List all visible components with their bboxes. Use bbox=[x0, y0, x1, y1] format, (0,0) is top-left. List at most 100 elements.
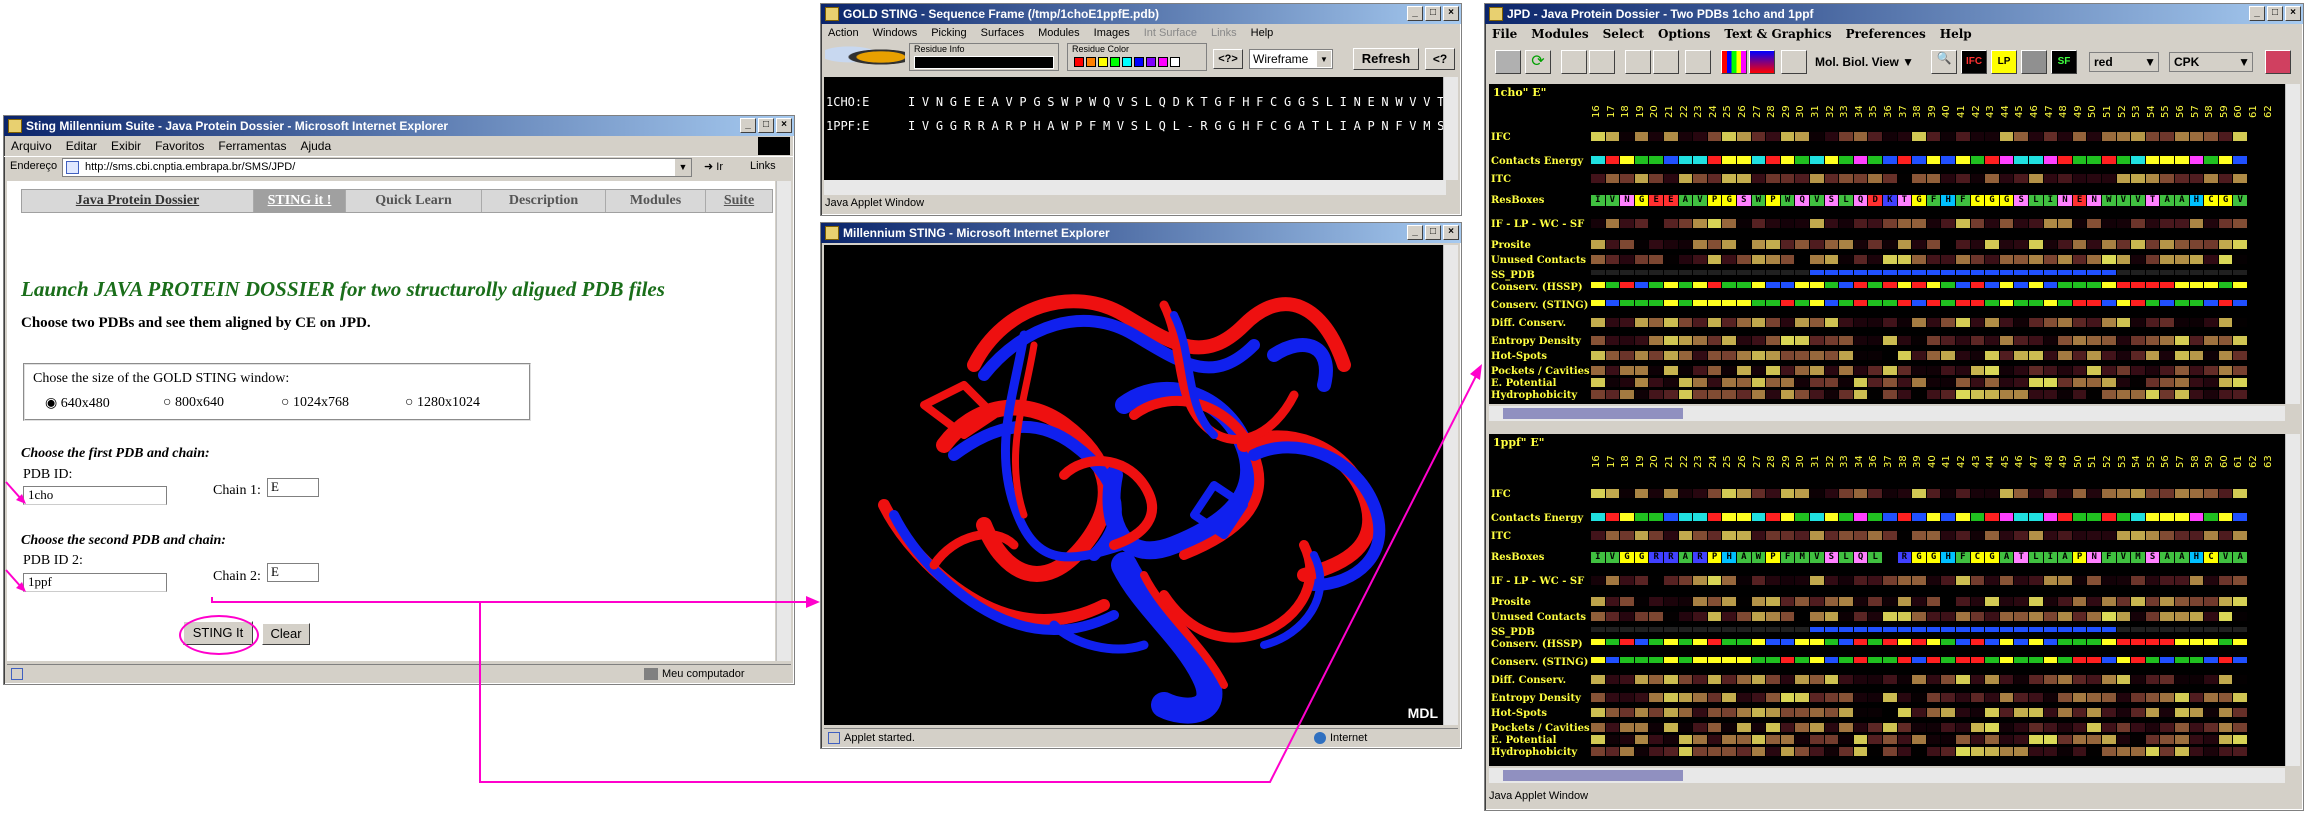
panel1-h-scrollbar[interactable] bbox=[1489, 406, 2285, 421]
color-swatches[interactable] bbox=[1074, 57, 1180, 67]
size-1024[interactable]: ○ 1024x768 bbox=[281, 395, 405, 412]
help-button[interactable]: <? bbox=[1425, 48, 1455, 70]
swatch-orange[interactable] bbox=[1086, 57, 1096, 67]
ie-scrollbar[interactable] bbox=[776, 181, 791, 661]
grid-icon[interactable] bbox=[1589, 50, 1615, 74]
render-select[interactable]: Wireframe ▼ bbox=[1249, 49, 1333, 69]
panel2-h-scrollbar[interactable] bbox=[1489, 768, 2285, 783]
refresh-button[interactable]: Refresh bbox=[1353, 48, 1419, 70]
sf-toggle[interactable]: SF bbox=[2051, 50, 2077, 74]
swatch-purple[interactable] bbox=[1146, 57, 1156, 67]
size-1280[interactable]: ○ 1280x1024 bbox=[405, 395, 480, 412]
menu-text-graphics[interactable]: Text & Graphics bbox=[1717, 27, 1838, 41]
menu-windows[interactable]: Windows bbox=[866, 27, 925, 39]
seq-h-scrollbar[interactable] bbox=[824, 180, 1446, 195]
size-640[interactable]: ◉ 640x480 bbox=[45, 395, 163, 412]
menu-ferramentas[interactable]: Ferramentas bbox=[211, 139, 293, 153]
address-input[interactable]: http://sms.cbi.cnptia.embrapa.br/SMS/JPD… bbox=[62, 158, 692, 177]
book-icon[interactable] bbox=[2265, 50, 2291, 74]
menu-modules[interactable]: Modules bbox=[1031, 27, 1087, 39]
maximize-button[interactable]: □ bbox=[758, 118, 774, 133]
menu-int-surface[interactable]: Int Surface bbox=[1137, 27, 1204, 39]
close-button[interactable]: × bbox=[1443, 225, 1459, 240]
minimize-button[interactable]: _ bbox=[2249, 6, 2265, 21]
tab-modules[interactable]: Modules bbox=[606, 190, 706, 212]
menu-links[interactable]: Links bbox=[1204, 27, 1244, 39]
swatch-red[interactable] bbox=[1074, 57, 1084, 67]
chain1-input[interactable]: E bbox=[267, 478, 319, 497]
tab-sting-it[interactable]: STING it ! bbox=[254, 190, 346, 212]
select-icon[interactable] bbox=[1685, 50, 1711, 74]
jpd-title-bar[interactable]: JPD - Java Protein Dossier - Two PDBs 1c… bbox=[1485, 4, 2303, 24]
copy-icon[interactable] bbox=[1653, 50, 1679, 74]
size-800[interactable]: ○ 800x640 bbox=[163, 395, 281, 412]
minimize-button[interactable]: _ bbox=[1407, 225, 1423, 240]
nav-button[interactable]: <?> bbox=[1213, 49, 1243, 69]
menu-editar[interactable]: Editar bbox=[59, 139, 104, 153]
refresh-icon[interactable]: ⟳ bbox=[1525, 50, 1551, 74]
menu-ajuda[interactable]: Ajuda bbox=[293, 139, 338, 153]
swatch-magenta[interactable] bbox=[1158, 57, 1168, 67]
swatch-blue[interactable] bbox=[1134, 57, 1144, 67]
document-icon[interactable] bbox=[1625, 50, 1651, 74]
seq-v-scrollbar[interactable] bbox=[1443, 77, 1458, 180]
minimize-button[interactable]: _ bbox=[740, 118, 756, 133]
menu-modules[interactable]: Modules bbox=[1524, 27, 1595, 41]
close-button[interactable]: × bbox=[776, 118, 792, 133]
dropdown-arrow-icon[interactable]: ▼ bbox=[675, 159, 691, 176]
panel2-v-scrollbar[interactable] bbox=[2285, 434, 2300, 766]
scroll-thumb[interactable] bbox=[1503, 770, 1683, 781]
molecule-icon[interactable] bbox=[1781, 50, 1807, 74]
close-button[interactable]: × bbox=[1443, 6, 1459, 21]
ms-title-bar[interactable]: Millennium STING - Microsoft Internet Ex… bbox=[821, 223, 1461, 243]
close-button[interactable]: × bbox=[2285, 6, 2301, 21]
go-button[interactable]: ➜ Ir bbox=[704, 160, 723, 173]
gray-toggle[interactable] bbox=[2021, 50, 2047, 74]
menu-help[interactable]: Help bbox=[1933, 27, 1979, 41]
swatch-cyan[interactable] bbox=[1122, 57, 1132, 67]
links-label[interactable]: Links bbox=[750, 160, 776, 172]
menu-file[interactable]: File bbox=[1485, 27, 1524, 41]
ms-scrollbar[interactable] bbox=[1443, 245, 1458, 725]
menu-surfaces[interactable]: Surfaces bbox=[974, 27, 1031, 39]
tab-suite[interactable]: Suite bbox=[706, 190, 772, 212]
menu-select[interactable]: Select bbox=[1596, 27, 1651, 41]
menu-images[interactable]: Images bbox=[1087, 27, 1137, 39]
print-icon[interactable] bbox=[1495, 50, 1521, 74]
lp-toggle[interactable]: LP bbox=[1991, 50, 2017, 74]
menu-preferences[interactable]: Preferences bbox=[1839, 27, 1933, 41]
ifc-toggle[interactable]: IFC bbox=[1961, 50, 1987, 74]
eraser-icon[interactable] bbox=[1561, 50, 1587, 74]
pdb1-input[interactable]: 1cho bbox=[23, 486, 167, 505]
menu-favoritos[interactable]: Favoritos bbox=[148, 139, 211, 153]
minimize-button[interactable]: _ bbox=[1407, 6, 1423, 21]
scroll-thumb[interactable] bbox=[1503, 408, 1683, 419]
maximize-button[interactable]: □ bbox=[1425, 6, 1441, 21]
cpk-select[interactable]: CPK ▼ bbox=[2169, 52, 2253, 72]
color-select[interactable]: red ▼ bbox=[2089, 52, 2159, 72]
molecule-viewer[interactable]: MDL bbox=[824, 245, 1444, 725]
maximize-button[interactable]: □ bbox=[2267, 6, 2283, 21]
menu-exibir[interactable]: Exibir bbox=[104, 139, 148, 153]
menu-options[interactable]: Options bbox=[1651, 27, 1717, 41]
ie-title-bar[interactable]: Sting Millennium Suite - Java Protein Do… bbox=[4, 116, 794, 136]
swatch-white[interactable] bbox=[1170, 57, 1180, 67]
maximize-button[interactable]: □ bbox=[1425, 225, 1441, 240]
chain2-input[interactable]: E bbox=[267, 563, 319, 582]
menu-help[interactable]: Help bbox=[1244, 27, 1281, 39]
bars-icon[interactable] bbox=[1749, 50, 1775, 74]
swatch-yellow[interactable] bbox=[1098, 57, 1108, 67]
tab-quick-learn[interactable]: Quick Learn bbox=[346, 190, 482, 212]
view-select[interactable]: Mol. Biol. View ▼ bbox=[1815, 52, 1919, 72]
menu-action[interactable]: Action bbox=[821, 27, 866, 39]
menu-picking[interactable]: Picking bbox=[924, 27, 973, 39]
menu-arquivo[interactable]: Arquivo bbox=[4, 139, 59, 153]
panel1-v-scrollbar[interactable] bbox=[2285, 84, 2300, 404]
zoom-icon[interactable]: 🔍 bbox=[1931, 50, 1957, 74]
pdb2-input[interactable]: 1ppf bbox=[23, 573, 167, 592]
chart-icon[interactable] bbox=[1721, 50, 1747, 74]
seq-title-bar[interactable]: GOLD STING - Sequence Frame (/tmp/1choE1… bbox=[821, 4, 1461, 24]
swatch-green[interactable] bbox=[1110, 57, 1120, 67]
tab-description[interactable]: Description bbox=[482, 190, 606, 212]
tab-java-protein-dossier[interactable]: Java Protein Dossier bbox=[22, 190, 254, 212]
